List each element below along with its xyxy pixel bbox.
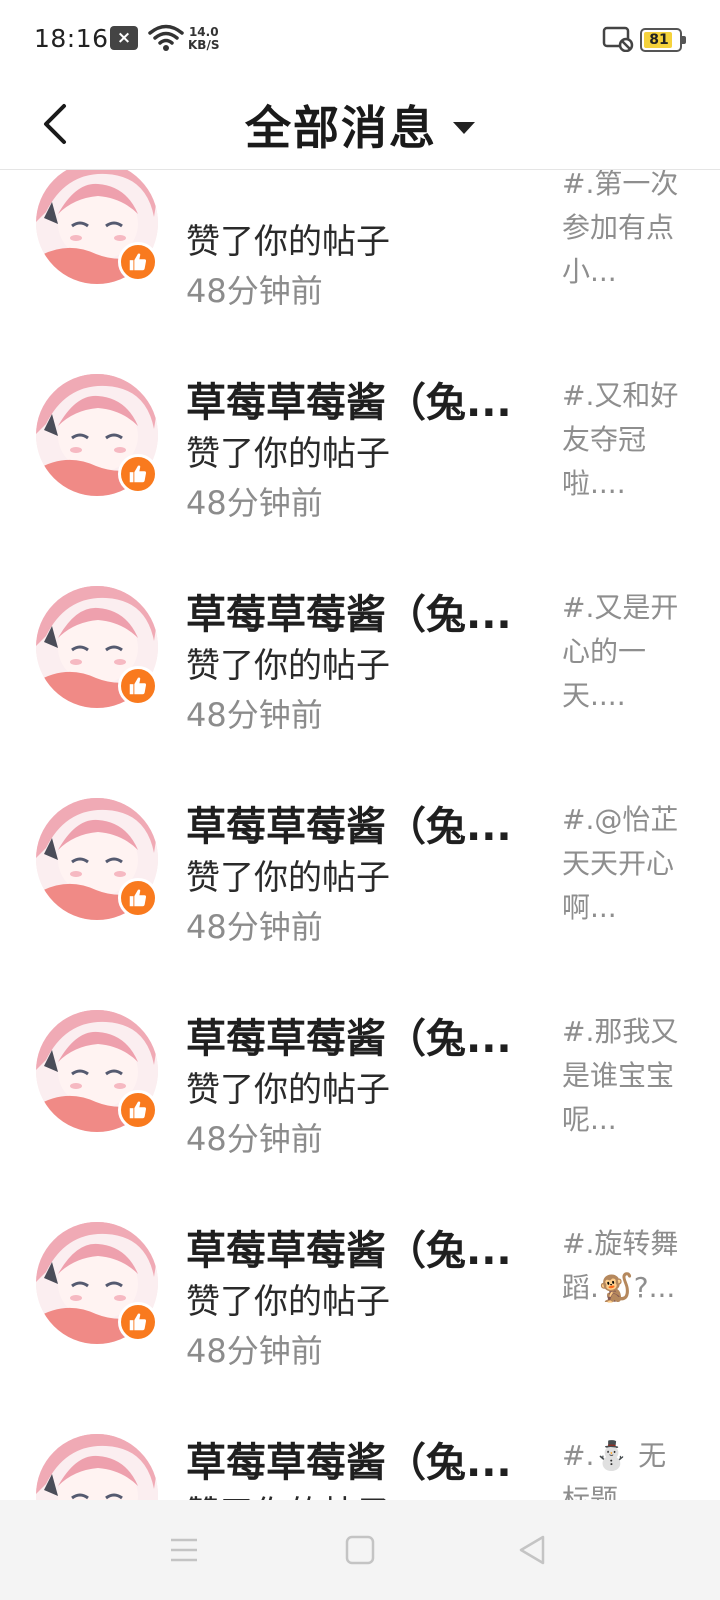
message-item[interactable]: 草莓草莓酱（兔... 赞了你的帖子 48分钟前 #.又是开心的一天.... [0, 552, 720, 764]
close-box-icon: × [110, 26, 138, 50]
menu-button[interactable] [160, 1526, 208, 1574]
message-item[interactable]: 赞了你的帖子 48分钟前 #.第一次参加有点小... [0, 170, 720, 340]
message-time: 48分钟前 [186, 908, 323, 946]
battery-level: 81 [649, 32, 669, 48]
thumbs-up-icon [118, 1302, 158, 1342]
home-square-icon [345, 1535, 375, 1565]
system-nav-bar [0, 1500, 720, 1600]
message-list[interactable]: 赞了你的帖子 48分钟前 #.第一次参加有点小... 草莓草莓酱（兔... 赞了你的帖子… [0, 170, 720, 1500]
nav-back-button[interactable] [508, 1526, 556, 1574]
message-action: 赞了你的帖子 [186, 222, 390, 262]
message-action: 赞了你的帖子 [186, 858, 390, 898]
back-triangle-icon [519, 1535, 545, 1565]
battery-indicator: 81 [640, 28, 686, 52]
post-preview[interactable]: #.又是开心的一天.... [562, 586, 690, 718]
network-speed: 14.0 KB/S [188, 26, 219, 52]
message-time: 48分钟前 [186, 1120, 323, 1158]
header-bar: 全部消息 [0, 80, 720, 170]
sender-name: 草莓草莓酱（兔... [186, 1228, 512, 1274]
message-item[interactable]: 草莓草莓酱（兔...赞了你的帖子 #.⛄ 无标题 [0, 1400, 720, 1500]
sender-name: 草莓草莓酱（兔... [186, 804, 512, 850]
post-preview[interactable]: #.旋转舞蹈.🐒?... [562, 1222, 690, 1310]
post-preview[interactable]: #.⛄ 无标题 [562, 1434, 690, 1500]
wifi-icon [148, 24, 184, 56]
post-preview[interactable]: #.又和好友夺冠啦.... [562, 374, 690, 506]
home-button[interactable] [336, 1526, 384, 1574]
message-item[interactable]: 草莓草莓酱（兔... 赞了你的帖子 48分钟前 #.那我又是谁宝宝呢... [0, 976, 720, 1188]
message-item[interactable]: 草莓草莓酱（兔... 赞了你的帖子 48分钟前 #.又和好友夺冠啦.... [0, 340, 720, 552]
battery-nub [682, 36, 686, 44]
thumbs-up-icon [118, 242, 158, 282]
avatar[interactable] [36, 1434, 158, 1500]
status-time: 18:16 [34, 24, 109, 53]
cast-off-icon [602, 26, 634, 56]
thumbs-up-icon [118, 878, 158, 918]
message-action: 赞了你的帖子 [186, 434, 390, 474]
status-bar: 18:16 × 14.0 KB/S 81 [0, 0, 720, 80]
sender-name: 草莓草莓酱（兔... [186, 1016, 512, 1062]
thumbs-up-icon [118, 666, 158, 706]
message-action: 赞了你的帖子 [186, 1486, 390, 1500]
message-item[interactable]: 草莓草莓酱（兔... 赞了你的帖子 48分钟前 #.旋转舞蹈.🐒?... [0, 1188, 720, 1400]
sender-name: 草莓草莓酱（兔... [186, 380, 512, 426]
post-preview[interactable]: #.第一次参加有点小... [562, 170, 690, 294]
post-preview[interactable]: #.@怡芷天天开心啊... [562, 798, 690, 930]
message-filter-dropdown[interactable]: 全部消息 [0, 80, 720, 170]
back-button[interactable] [30, 94, 80, 154]
thumbs-up-icon [118, 454, 158, 494]
message-action: 赞了你的帖子 [186, 1070, 390, 1110]
sender-name: 草莓草莓酱（兔... [186, 1440, 512, 1486]
message-action: 赞了你的帖子 [186, 1282, 390, 1322]
message-time: 48分钟前 [186, 696, 323, 734]
message-action: 赞了你的帖子 [186, 646, 390, 686]
message-time: 48分钟前 [186, 484, 323, 522]
caret-down-icon [453, 122, 475, 134]
thumbs-up-icon [118, 1090, 158, 1130]
post-preview[interactable]: #.那我又是谁宝宝呢... [562, 1010, 690, 1142]
message-time: 48分钟前 [186, 1332, 323, 1370]
chevron-left-icon [44, 104, 66, 144]
page-title: 全部消息 [245, 101, 437, 155]
sender-name: 草莓草莓酱（兔... [186, 592, 512, 638]
message-time: 48分钟前 [186, 272, 323, 310]
network-speed-unit: KB/S [188, 38, 220, 52]
menu-icon [171, 1538, 197, 1562]
message-item[interactable]: 草莓草莓酱（兔... 赞了你的帖子 48分钟前 #.@怡芷天天开心啊... [0, 764, 720, 976]
